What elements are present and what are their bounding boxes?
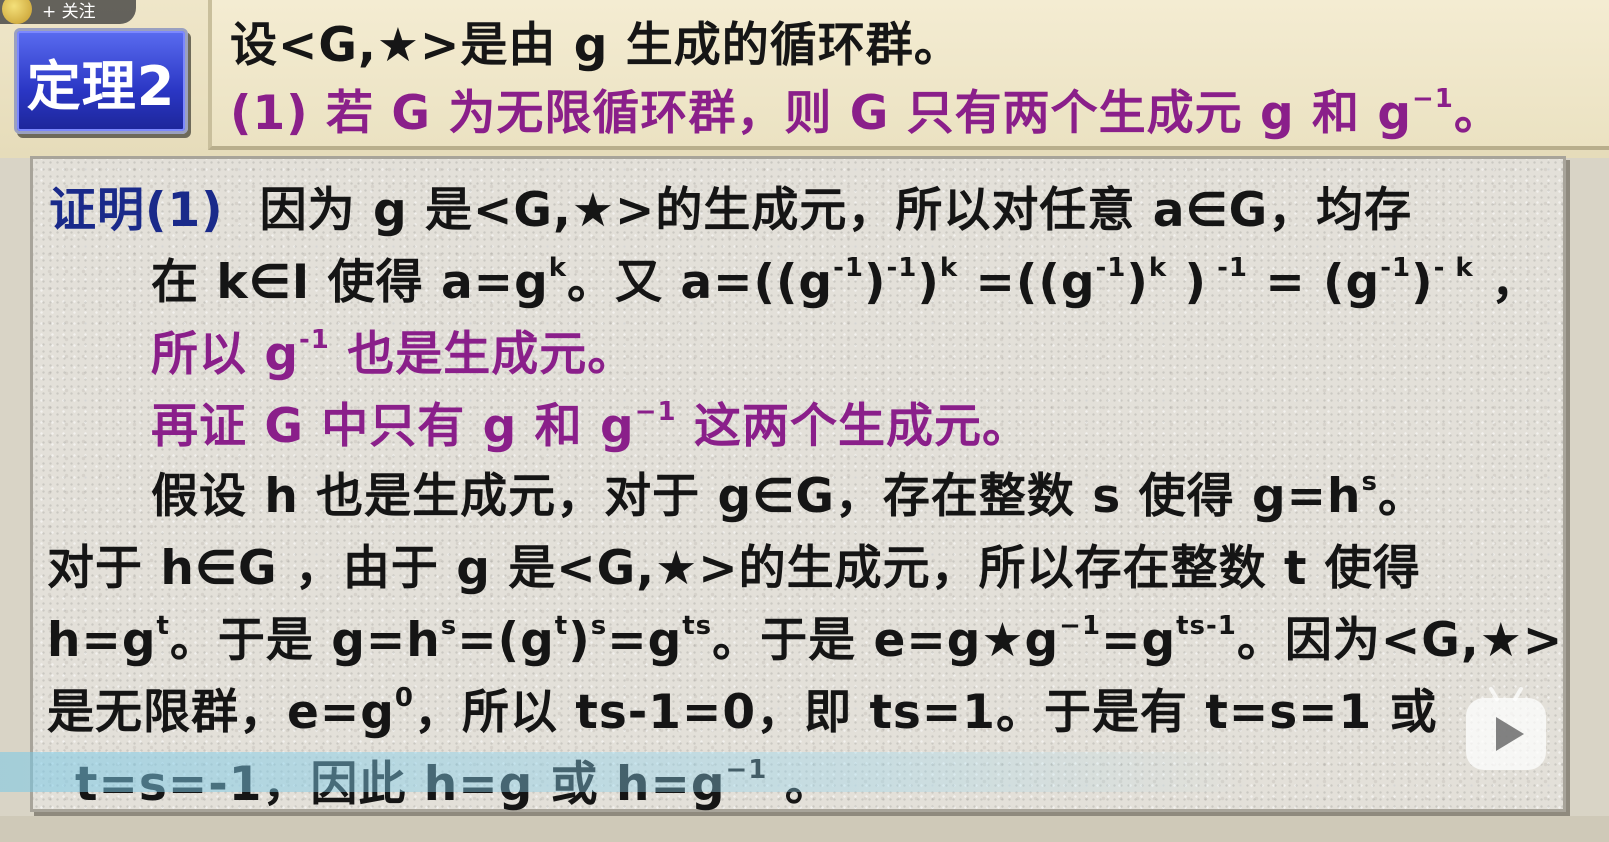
proof-line-1-text: 因为 g 是<G,★>的生成元，所以对任意 a∈G，均存 <box>259 183 1413 238</box>
proof-text: 所以 g <box>151 327 300 382</box>
play-button[interactable] <box>1466 698 1546 770</box>
theorem-badge-label: 定理2 <box>26 54 176 118</box>
proof-text: ) <box>1167 255 1208 310</box>
proof-line-7: h=gt。于是 g=hs=(gt)s=gts。于是 e=g★g−1=gts-1。… <box>47 601 1563 670</box>
proof-line-4: 再证 G 中只有 g 和 g−1 这两个生成元。 <box>151 387 1030 456</box>
bottom-strip <box>0 816 1609 842</box>
proof-text: ，所以 ts-1=0，即 ts=1。于是有 t=s=1 或 <box>414 685 1438 740</box>
proof-line-6: 对于 h∈G ，由于 g 是<G,★>的生成元，所以存在整数 t 使得 <box>47 541 1421 596</box>
proof-line-8: 是无限群，e=g0，所以 ts-1=0，即 ts=1。于是有 t=s=1 或 <box>47 673 1438 742</box>
superscript: t <box>554 611 569 641</box>
proof-text: 。又 a=((g <box>567 255 834 310</box>
proof-text: 。因为<G,★> <box>1236 613 1564 668</box>
theorem-statement: 设<G,★>是由 g 生成的循环群。 (1) 若 G 为无限循环群，则 G 只有… <box>208 0 1609 150</box>
statement-line-2: (1) 若 G 为无限循环群，则 G 只有两个生成元 g 和 g−1。 <box>230 74 1502 143</box>
proof-panel: 证明(1) 因为 g 是<G,★>的生成元，所以对任意 a∈G，均存 在 k∈I … <box>30 156 1566 812</box>
proof-text: 。 <box>1377 469 1426 524</box>
proof-text: 是无限群，e=g <box>47 685 395 740</box>
avatar-icon <box>2 0 32 24</box>
statement-line-1: 设<G,★>是由 g 生成的循环群。 <box>230 18 962 73</box>
proof-text: 。于是 g=h <box>169 613 441 668</box>
proof-text: =g <box>1101 613 1177 668</box>
superscript: -1 <box>1380 253 1412 283</box>
theorem-badge: 定理2 <box>14 28 188 134</box>
proof-line-1: 证明(1) 因为 g 是<G,★>的生成元，所以对任意 a∈G，均存 <box>49 171 1412 240</box>
superscript: k <box>1148 253 1168 283</box>
proof-text: 。于是 e=g★g <box>712 613 1060 668</box>
player-progress-overlay <box>0 752 1250 792</box>
follow-button[interactable]: + 关注 <box>0 0 136 24</box>
superscript: 0 <box>394 683 414 713</box>
proof-text: = (g <box>1247 255 1381 310</box>
proof-label: 证明(1) <box>49 183 224 238</box>
superscript: k <box>548 253 568 283</box>
proof-text: ) <box>863 255 887 310</box>
proof-text: 也是生成元。 <box>329 327 636 382</box>
proof-text: =g <box>607 613 683 668</box>
statement-line-2-end: 。 <box>1453 86 1502 141</box>
proof-line-2: 在 k∈I 使得 a=gk。又 a=((g-1)-1)k =((g-1)k ) … <box>151 243 1539 312</box>
proof-line-3: 所以 g-1 也是生成元。 <box>151 315 635 384</box>
proof-line-5: 假设 h 也是生成元，对于 g∈G，存在整数 s 使得 g=hs。 <box>151 457 1426 526</box>
proof-text: ， <box>1473 255 1540 310</box>
inverse-superscript: −1 <box>1412 84 1454 114</box>
superscript: s <box>590 611 608 641</box>
proof-text: 再证 G 中只有 g 和 g <box>151 399 635 454</box>
superscript: −1 <box>1059 611 1102 641</box>
proof-text: =((g <box>958 255 1096 310</box>
proof-text: =(g <box>457 613 555 668</box>
superscript: - k <box>1433 253 1474 283</box>
follow-label: + 关注 <box>42 1 96 22</box>
bilibili-play-icon <box>1496 717 1524 751</box>
superscript: -1 <box>886 253 918 283</box>
statement-line-2-text: (1) 若 G 为无限循环群，则 G 只有两个生成元 g 和 g <box>230 86 1413 141</box>
superscript: -1 <box>299 325 330 355</box>
superscript: t <box>156 611 170 641</box>
superscript: s <box>440 611 458 641</box>
superscript: −1 <box>634 397 677 427</box>
superscript: s <box>1361 467 1378 497</box>
proof-text: h=g <box>47 613 157 668</box>
proof-text: 这两个生成元。 <box>676 399 1030 454</box>
proof-text: ) <box>917 255 940 310</box>
proof-text: 在 k∈I 使得 a=g <box>151 255 549 310</box>
superscript: k <box>939 253 959 283</box>
proof-text: ) <box>1126 255 1149 310</box>
tv-ears-icon <box>1488 686 1524 700</box>
proof-text: ) <box>568 613 591 668</box>
proof-text: ) <box>1411 255 1434 310</box>
superscript: -1 <box>1207 253 1248 283</box>
proof-text: 假设 h 也是生成元，对于 g∈G，存在整数 s 使得 g=h <box>151 469 1362 524</box>
superscript: -1 <box>1095 253 1127 283</box>
superscript: ts <box>682 611 713 641</box>
superscript: ts-1 <box>1176 611 1237 641</box>
superscript: -1 <box>833 253 864 283</box>
